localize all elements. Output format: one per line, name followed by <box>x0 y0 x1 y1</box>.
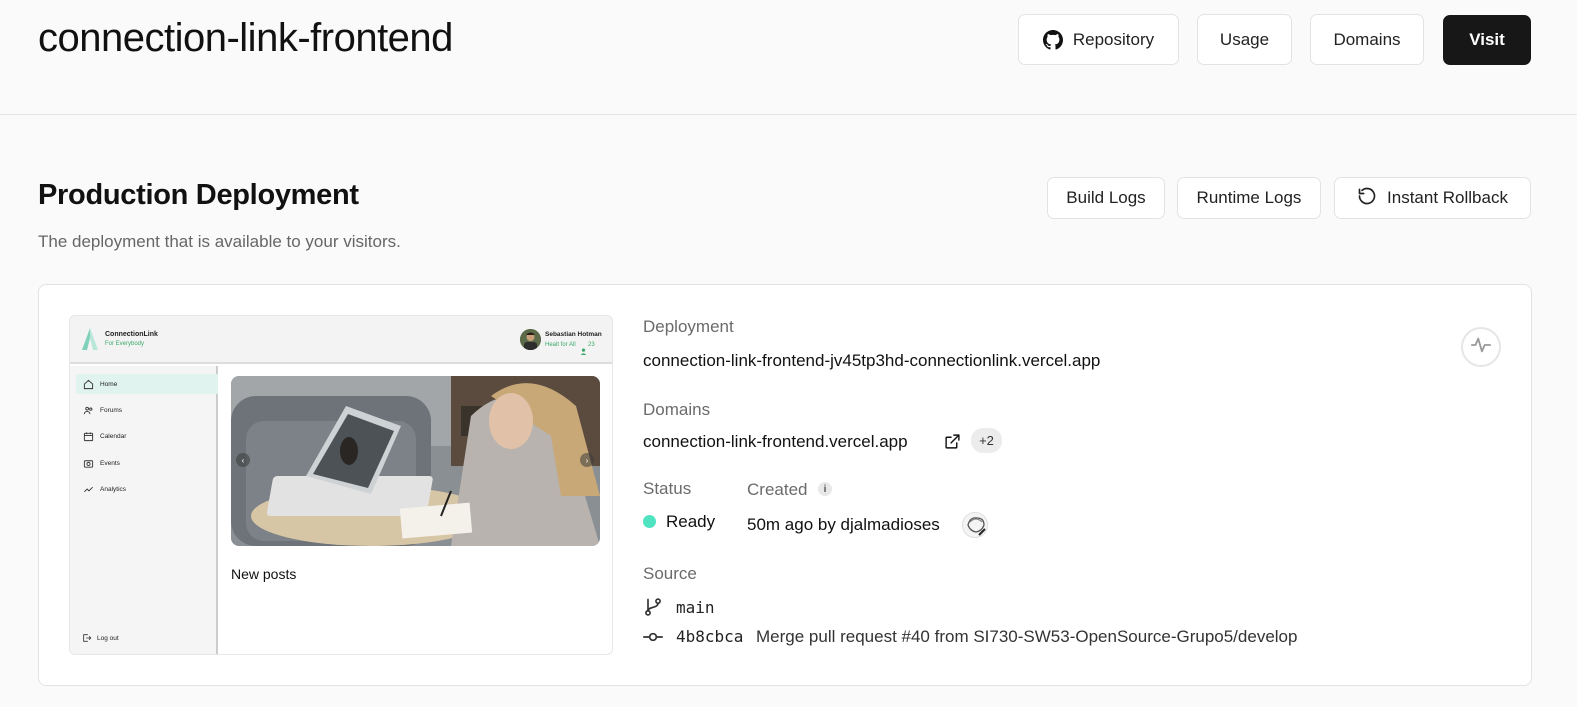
logout-icon <box>83 634 92 642</box>
preview-sidebar: Home Forums Calendar Events Analytics <box>70 366 218 654</box>
deployment-url[interactable]: connection-link-frontend-jv45tp3hd-conne… <box>643 351 1100 371</box>
preview-user-name: Sebastian Hotman <box>545 331 602 338</box>
preview-nav-calendar[interactable]: Calendar <box>76 426 218 446</box>
domains-extra-badge[interactable]: +2 <box>971 428 1002 453</box>
instant-rollback-label: Instant Rollback <box>1387 188 1508 207</box>
calendar-icon <box>83 431 94 441</box>
build-logs-button[interactable]: Build Logs <box>1047 177 1165 219</box>
section-title: Production Deployment <box>38 179 359 211</box>
repository-label: Repository <box>1072 29 1155 49</box>
domains-button[interactable]: Domains <box>1310 14 1424 65</box>
runtime-logs-label: Runtime Logs <box>1196 188 1302 207</box>
preview-nav-home[interactable]: Home <box>76 374 218 394</box>
status-label: Status <box>643 479 692 498</box>
preview-new-posts: New posts <box>231 566 297 582</box>
preview-hero-image <box>231 376 600 546</box>
creator-avatar[interactable] <box>962 512 988 538</box>
preview-brand: ConnectionLink <box>105 331 158 338</box>
status-ready-dot <box>643 515 656 528</box>
preview-nav-analytics[interactable]: Analytics <box>76 479 218 499</box>
domains-label: Domains <box>643 400 711 419</box>
connectionlink-logo-icon <box>80 328 100 355</box>
github-icon <box>1042 29 1063 50</box>
commit-message[interactable]: Merge pull request #40 from SI730-SW53-O… <box>756 627 1297 647</box>
preview-nav-forums[interactable]: Forums <box>76 400 218 420</box>
preview-logout-label: Log out <box>97 634 119 642</box>
domains-label: Domains <box>1333 29 1401 49</box>
domain-link[interactable]: connection-link-frontend.vercel.app <box>643 432 908 452</box>
build-logs-label: Build Logs <box>1066 188 1146 207</box>
users-icon <box>83 406 93 414</box>
preview-user-icon <box>580 342 587 360</box>
preview-nav-label: Analytics <box>100 485 127 493</box>
created-info-icon[interactable]: i <box>818 482 832 496</box>
status-value: Ready <box>666 512 716 531</box>
preview-tagline: For Everybody <box>105 341 145 347</box>
top-bar: connection-link-frontend Repository Usag… <box>0 0 1577 115</box>
preview-user-avatar <box>520 329 541 350</box>
usage-label: Usage <box>1219 29 1270 49</box>
git-commit-icon <box>643 627 663 652</box>
source-branch[interactable]: main <box>676 598 715 617</box>
preview-user-sub: Healt for All <box>545 342 576 348</box>
git-branch-icon <box>643 597 663 622</box>
visit-label: Visit <box>1469 30 1505 49</box>
created-label: Created <box>747 480 808 499</box>
runtime-logs-button[interactable]: Runtime Logs <box>1177 177 1321 219</box>
preview-user-count: 23 <box>588 342 595 348</box>
preview-logout[interactable]: Log out <box>82 633 119 643</box>
home-icon <box>83 379 94 389</box>
repository-button[interactable]: Repository <box>1018 14 1179 65</box>
project-title: connection-link-frontend <box>38 16 453 60</box>
deployment-activity-button[interactable] <box>1461 327 1501 367</box>
preview-nav-label: Events <box>100 459 120 467</box>
external-link-icon[interactable] <box>944 433 961 455</box>
section-subtitle: The deployment that is available to your… <box>38 232 401 251</box>
deployment-label: Deployment <box>643 317 734 336</box>
preview-nav-label: Forums <box>100 406 123 414</box>
preview-carousel-next[interactable]: › <box>580 453 594 467</box>
trend-icon <box>84 486 93 492</box>
commit-hash[interactable]: 4b8cbca <box>676 627 743 646</box>
preview-nav-label: Home <box>100 380 118 388</box>
visit-button[interactable]: Visit <box>1443 15 1531 65</box>
created-value: 50m ago by djalmadioses <box>747 515 940 534</box>
rollback-icon <box>1357 186 1377 211</box>
deployment-preview[interactable]: ConnectionLink For Everybody Sebastian H… <box>69 315 613 655</box>
production-deployment-card: ConnectionLink For Everybody Sebastian H… <box>38 284 1532 686</box>
preview-nav-events[interactable]: Events <box>76 453 218 473</box>
instant-rollback-button[interactable]: Instant Rollback <box>1334 177 1531 219</box>
activity-icon <box>1470 334 1492 361</box>
preview-header: ConnectionLink For Everybody Sebastian H… <box>70 316 612 364</box>
preview-carousel-prev[interactable]: ‹ <box>236 453 250 467</box>
usage-button[interactable]: Usage <box>1197 14 1292 65</box>
preview-nav-label: Calendar <box>100 432 127 440</box>
source-label: Source <box>643 564 697 583</box>
camera-icon <box>83 459 94 468</box>
